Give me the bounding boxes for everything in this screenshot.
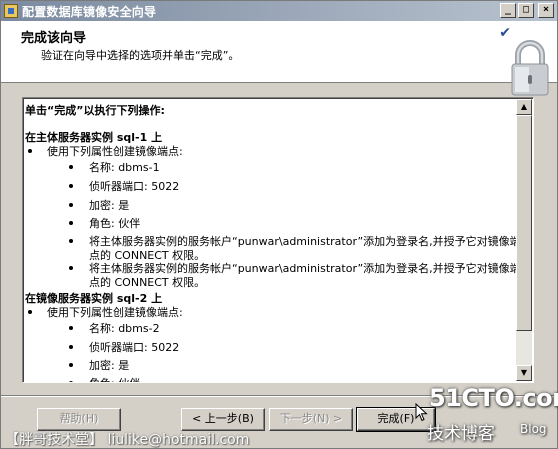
site-subtitle-watermark: 技术博客 (427, 424, 495, 444)
wizard-window: 配置数据库镜像安全向导 _ □ × 完成该向导 验证在向导中选择的选项并单击“完… (0, 0, 558, 449)
mirror-action: 使用下列属性创建镜像端点: (47, 306, 183, 319)
scroll-thumb[interactable] (516, 115, 532, 331)
minimize-button[interactable]: _ (500, 3, 516, 18)
close-button[interactable]: × (538, 3, 554, 18)
mirror-prop-name: 名称: dbms-2 (89, 322, 160, 335)
blog-watermark: Blog (520, 422, 547, 436)
site-logo-watermark: 51CTO.com (429, 384, 558, 412)
summary-panel[interactable]: 单击“完成”以执行下列操作: 在主体服务器实例 sql-1 上 使用下列属性创建… (22, 97, 534, 383)
title-bar[interactable]: 配置数据库镜像安全向导 _ □ × (1, 1, 557, 21)
bullet (69, 381, 73, 382)
principal-prop-name: 名称: dbms-1 (89, 161, 160, 174)
bullet (69, 184, 73, 188)
maximize-button[interactable]: □ (518, 3, 534, 18)
author-watermark: 【胖哥技术堂】 liulike@hotmail.com (5, 432, 250, 448)
app-icon (4, 4, 18, 18)
wizard-header: 完成该向导 验证在向导中选择的选项并单击“完成”。 ✔ (1, 21, 557, 96)
bullet (69, 345, 73, 349)
next-button[interactable]: 下一步(N) > (269, 408, 353, 431)
bullet (69, 221, 73, 225)
mirror-prop-encryption: 加密: 是 (89, 359, 130, 372)
bullet (69, 326, 73, 330)
principal-action: 使用下列属性创建镜像端点: (47, 145, 183, 158)
vertical-scrollbar[interactable]: ▲ ▼ (516, 99, 532, 381)
scroll-down-button[interactable]: ▼ (516, 365, 532, 381)
scroll-up-button[interactable]: ▲ (516, 99, 532, 115)
bullet (28, 149, 32, 153)
help-button[interactable]: 帮助(H) (37, 408, 121, 431)
lock-icon (511, 40, 549, 96)
bullet (69, 266, 73, 270)
bullet (28, 310, 32, 314)
bullet (69, 239, 73, 243)
principal-prop-role: 角色: 伙伴 (89, 217, 141, 230)
bullet (69, 203, 73, 207)
mirror-prop-role: 角色: 伙伴 (89, 375, 140, 382)
bullet (69, 165, 73, 169)
principal-grant-2-line-2: 点的 CONNECT 权限。 (89, 276, 206, 289)
mirror-prop-port: 侦听器端口: 5022 (89, 341, 180, 354)
window-title: 配置数据库镜像安全向导 (22, 4, 157, 19)
principal-prop-encryption: 加密: 是 (89, 199, 130, 212)
principal-prop-port: 侦听器端口: 5022 (89, 180, 180, 193)
window-controls: _ □ × (500, 3, 554, 18)
page-title: 完成该向导 (21, 31, 87, 46)
back-button[interactable]: < 上一步(B) (181, 408, 265, 431)
summary-intro: 单击“完成”以执行下列操作: (25, 104, 165, 117)
page-subtitle: 验证在向导中选择的选项并单击“完成”。 (41, 49, 240, 62)
bullet (69, 363, 73, 367)
